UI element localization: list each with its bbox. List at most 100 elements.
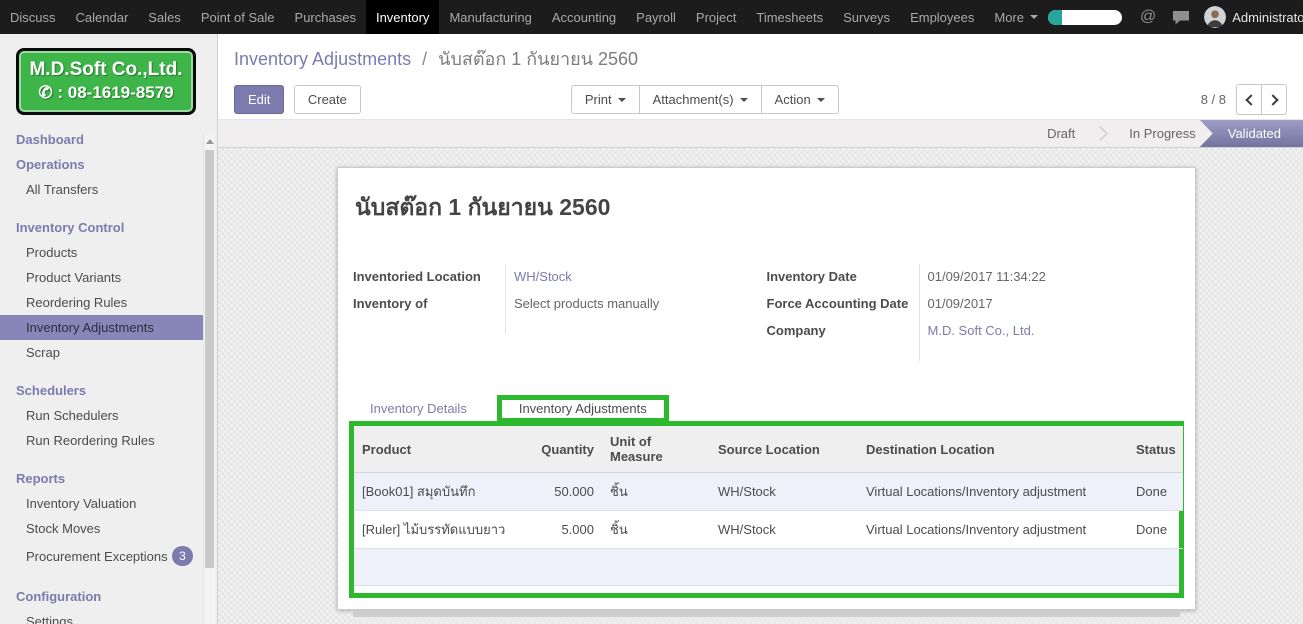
annotation-tab-box: Inventory Adjustments (497, 395, 669, 423)
timer-progress (1048, 10, 1062, 25)
secondary-menu: Dashboard Operations All Transfers Inven… (0, 123, 217, 624)
sidebar-section-configuration[interactable]: Configuration (0, 584, 203, 609)
table-footer-strip (354, 586, 1179, 593)
phone-icon: ✆ : (38, 83, 63, 102)
sidebar-item-procurement-exceptions[interactable]: Procurement Exceptions3 (0, 541, 203, 571)
attachments-menu-button[interactable]: Attachment(s) (639, 85, 762, 114)
avatar (1204, 6, 1226, 28)
col-header-status[interactable]: Status (1128, 426, 1183, 473)
nav-manufacturing[interactable]: Manufacturing (439, 0, 541, 34)
nav-calendar[interactable]: Calendar (66, 0, 139, 34)
nav-project[interactable]: Project (686, 0, 746, 34)
create-button[interactable]: Create (294, 85, 361, 114)
sidebar-item-settings[interactable]: Settings (0, 609, 203, 624)
col-header-uom[interactable]: Unit of Measure (602, 426, 710, 473)
sidebar-item-product-variants[interactable]: Product Variants (0, 265, 203, 290)
mentions-icon[interactable]: @ (1140, 8, 1156, 26)
sidebar-section-schedulers[interactable]: Schedulers (0, 378, 203, 403)
sidebar-item-products[interactable]: Products (0, 240, 203, 265)
action-label: Action (775, 92, 811, 107)
cell-destination: Virtual Locations/Inventory adjustment (858, 511, 1128, 549)
edit-button[interactable]: Edit (234, 85, 284, 114)
field-label: Inventory Date (767, 264, 919, 291)
pager-previous-button[interactable] (1236, 84, 1262, 115)
col-header-source-location[interactable]: Source Location (710, 426, 858, 473)
messages-icon[interactable] (1172, 10, 1190, 25)
cell-status: Done (1128, 473, 1183, 511)
sidebar-section-operations[interactable]: Operations (0, 152, 203, 177)
table-row[interactable]: [Ruler] ไม้บรรทัดแบบยาว 5.000 ชิ้น WH/St… (354, 511, 1183, 549)
field-label: Company (767, 318, 919, 345)
nav-employees[interactable]: Employees (900, 0, 984, 34)
company-link[interactable]: M.D. Soft Co., Ltd. (928, 323, 1035, 338)
inventory-date-value: 01/09/2017 11:34:22 (919, 264, 1181, 291)
cell-product: [Book01] สมุดบันทึก (354, 473, 526, 511)
app-menu: Discuss Calendar Sales Point of Sale Pur… (0, 0, 1048, 34)
company-logo[interactable]: M.D.Soft Co.,Ltd. ✆ : 08-1619-8579 (16, 48, 196, 115)
breadcrumb: Inventory Adjustments / นับสต๊อก 1 กันยา… (234, 44, 1287, 73)
field-inventory-of: Inventory of Select products manually (353, 291, 767, 318)
timer-widget[interactable] (1048, 10, 1122, 25)
chevron-down-icon (740, 98, 748, 102)
field-inventory-date: Inventory Date 01/09/2017 11:34:22 (767, 264, 1181, 291)
scrollbar-thumb[interactable] (205, 150, 214, 568)
sidebar-item-run-schedulers[interactable]: Run Schedulers (0, 403, 203, 428)
sidebar-scrollbar[interactable] (203, 134, 215, 624)
sidebar-item-stock-moves[interactable]: Stock Moves (0, 516, 203, 541)
statusbar: Draft In Progress Validated (218, 119, 1303, 148)
field-label: Force Accounting Date (767, 291, 919, 318)
user-name: Administrator (1232, 10, 1303, 25)
company-logo-name: M.D.Soft Co.,Ltd. (23, 59, 189, 81)
col-header-quantity[interactable]: Quantity (526, 426, 602, 473)
field-label: Inventoried Location (353, 264, 505, 291)
nav-timesheets[interactable]: Timesheets (746, 0, 833, 34)
sidebar-item-inventory-adjustments[interactable]: Inventory Adjustments (0, 315, 203, 340)
sidebar-item-inventory-valuation[interactable]: Inventory Valuation (0, 491, 203, 516)
company-logo-phone: ✆ : 08-1619-8579 (23, 83, 189, 103)
nav-sales[interactable]: Sales (138, 0, 191, 34)
sidebar-item-reordering-rules[interactable]: Reordering Rules (0, 290, 203, 315)
breadcrumb-parent[interactable]: Inventory Adjustments (234, 49, 411, 69)
sidebar-item-all-transfers[interactable]: All Transfers (0, 177, 203, 202)
tab-inventory-adjustments[interactable]: Inventory Adjustments (502, 391, 664, 426)
nav-more-label: More (994, 10, 1024, 25)
print-menu-button[interactable]: Print (571, 85, 640, 114)
table-row[interactable]: [Book01] สมุดบันทึก 50.000 ชิ้น WH/Stock… (354, 473, 1183, 511)
col-header-destination-location[interactable]: Destination Location (858, 426, 1128, 473)
cell-product: [Ruler] ไม้บรรทัดแบบยาว (354, 511, 526, 549)
scroll-up-icon[interactable] (204, 134, 215, 148)
sidebar-item-run-reordering-rules[interactable]: Run Reordering Rules (0, 428, 203, 453)
cell-uom: ชิ้น (602, 511, 710, 549)
nav-payroll[interactable]: Payroll (626, 0, 686, 34)
horizontal-scrollbar[interactable] (353, 610, 1180, 623)
inventoried-location-link[interactable]: WH/Stock (514, 269, 572, 284)
stage-draft[interactable]: Draft (1029, 120, 1093, 147)
annotation-table-box: Product Quantity Unit of Measure Source … (349, 421, 1184, 598)
stage-validated: Validated (1200, 120, 1303, 147)
content-area: นับสต๊อก 1 กันยายน 2560 Inventoried Loca… (218, 148, 1303, 624)
nav-discuss[interactable]: Discuss (0, 0, 66, 34)
nav-purchases[interactable]: Purchases (285, 0, 366, 34)
chevron-down-icon (817, 98, 825, 102)
cell-uom: ชิ้น (602, 473, 710, 511)
pager-next-button[interactable] (1261, 84, 1287, 115)
record-title: นับสต๊อก 1 กันยายน 2560 (355, 190, 1180, 226)
nav-point-of-sale[interactable]: Point of Sale (191, 0, 285, 34)
nav-accounting[interactable]: Accounting (542, 0, 626, 34)
sidebar-section-reports[interactable]: Reports (0, 466, 203, 491)
nav-inventory[interactable]: Inventory (366, 0, 439, 34)
action-menu-button[interactable]: Action (761, 85, 839, 114)
sidebar-item-dashboard[interactable]: Dashboard (0, 127, 203, 152)
control-panel: Inventory Adjustments / นับสต๊อก 1 กันยา… (218, 34, 1303, 119)
nav-more[interactable]: More (984, 0, 1048, 34)
nav-surveys[interactable]: Surveys (833, 0, 900, 34)
force-accounting-date-value: 01/09/2017 (919, 291, 1181, 318)
user-menu[interactable]: Administrator (1232, 10, 1303, 25)
pager-count: 8 / 8 (1201, 92, 1226, 107)
adjustments-table: Product Quantity Unit of Measure Source … (354, 426, 1183, 549)
stage-in-progress[interactable]: In Progress (1111, 120, 1213, 147)
col-header-product[interactable]: Product (354, 426, 526, 473)
sidebar-item-scrap[interactable]: Scrap (0, 340, 203, 365)
field-company: Company M.D. Soft Co., Ltd. (767, 318, 1181, 345)
sidebar-section-inventory-control[interactable]: Inventory Control (0, 215, 203, 240)
